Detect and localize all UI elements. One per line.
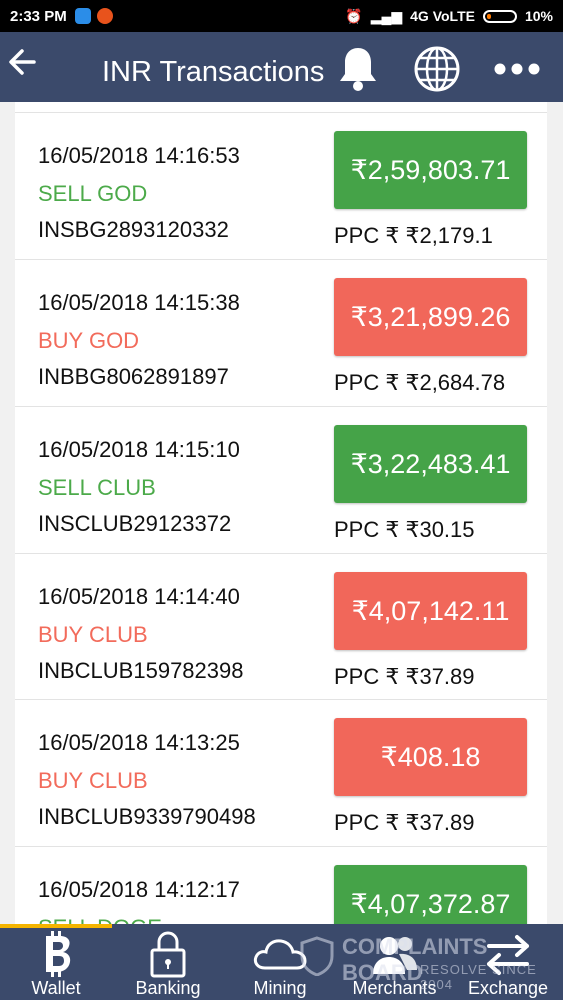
amount-badge: ₹4,07,142.11 — [334, 572, 527, 650]
transaction-datetime: 16/05/2018 14:15:38 — [38, 290, 240, 315]
price-per-coin: PPC ₹ ₹37.89 — [334, 810, 475, 835]
amount-badge: ₹2,59,803.71 — [334, 131, 527, 209]
transaction-datetime: 16/05/2018 14:16:53 — [38, 143, 240, 168]
transaction-type: BUY CLUB — [38, 768, 148, 793]
bell-icon[interactable] — [336, 44, 380, 92]
back-arrow-icon[interactable] — [4, 42, 44, 82]
battery-percent: 10% — [524, 8, 553, 24]
nav-label-banking: Banking — [135, 978, 201, 998]
transaction-id: INSBG2893120332 — [38, 217, 229, 242]
notification-app-icon-2 — [96, 8, 113, 24]
bitcoin-icon — [46, 931, 71, 977]
transaction-type: BUY CLUB — [38, 622, 148, 647]
transaction-datetime: 16/05/2018 14:12:17 — [38, 877, 240, 902]
app-bar: INR Transactions — [0, 32, 563, 102]
transaction-list[interactable]: 16/05/2018 14:16:53 SELL GOD INSBG289312… — [15, 102, 547, 924]
price-per-coin: PPC ₹ ₹37.89 — [334, 664, 475, 689]
status-right: ⏰ ▂▄▆ 4G VoLTE 10% — [345, 8, 553, 25]
notification-app-icon — [74, 8, 91, 24]
more-dots-icon[interactable] — [494, 62, 540, 76]
signal-icon: ▂▄▆ — [370, 7, 403, 24]
shield-logo-icon — [300, 936, 334, 976]
transaction-type: SELL GOD — [38, 181, 148, 206]
transaction-card[interactable]: 16/05/2018 14:14:40 BUY CLUB INBCLUB1597… — [15, 553, 547, 699]
transaction-card[interactable]: 16/05/2018 14:15:10 SELL CLUB INSCLUB291… — [15, 406, 547, 552]
transaction-card[interactable]: 16/05/2018 14:12:17 SELL DOGE ₹4,07,372.… — [15, 846, 547, 924]
amount-badge: ₹408.18 — [334, 718, 527, 796]
nav-label-wallet: Wallet — [31, 978, 81, 998]
transaction-datetime: 16/05/2018 14:15:10 — [38, 437, 240, 462]
nav-item-banking[interactable]: Banking — [112, 924, 224, 1000]
globe-icon[interactable] — [412, 44, 462, 94]
nav-item-wallet[interactable]: Wallet — [0, 924, 112, 1000]
transaction-card[interactable]: 16/05/2018 14:13:25 BUY CLUB INBCLUB9339… — [15, 699, 547, 845]
transaction-datetime: 16/05/2018 14:14:40 — [38, 584, 240, 609]
lock-icon — [150, 931, 186, 978]
transaction-card[interactable]: 16/05/2018 14:16:53 SELL GOD INSBG289312… — [15, 112, 547, 258]
transaction-datetime: 16/05/2018 14:13:25 — [38, 730, 240, 755]
alarm-icon: ⏰ — [345, 7, 363, 24]
transaction-id: INBCLUB159782398 — [38, 658, 244, 683]
amount-badge: ₹3,21,899.26 — [334, 278, 527, 356]
transaction-id: INBCLUB9339790498 — [38, 804, 256, 829]
amount-badge: ₹4,07,372.87 — [334, 865, 527, 924]
transaction-type: BUY GOD — [38, 328, 140, 353]
amount-badge: ₹3,22,483.41 — [334, 425, 527, 503]
price-per-coin: PPC ₹ ₹2,684.78 — [334, 370, 506, 395]
transaction-id: INBBG8062891897 — [38, 364, 229, 389]
status-bar: 2:33 PM ⏰ ▂▄▆ 4G VoLTE 10% — [0, 0, 563, 32]
status-time: 2:33 PM — [10, 7, 67, 25]
network-label: 4G VoLTE — [410, 8, 475, 24]
page-title: INR Transactions — [102, 56, 325, 88]
transaction-type: SELL CLUB — [38, 475, 156, 500]
complaintsboard-watermark: COMPLAINTS BOARD RESOLVE SINCE 2004 — [300, 934, 540, 992]
transaction-type: SELL DOGE — [38, 915, 162, 924]
battery-icon — [482, 9, 517, 23]
price-per-coin: PPC ₹ ₹30.15 — [334, 517, 475, 542]
watermark-line2: RESOLVE SINCE 2004 — [420, 962, 537, 992]
transaction-id: INSCLUB29123372 — [38, 511, 232, 536]
transaction-card[interactable]: 16/05/2018 14:15:38 BUY GOD INBBG8062891… — [15, 259, 547, 405]
price-per-coin: PPC ₹ ₹2,179.1 — [334, 223, 493, 248]
